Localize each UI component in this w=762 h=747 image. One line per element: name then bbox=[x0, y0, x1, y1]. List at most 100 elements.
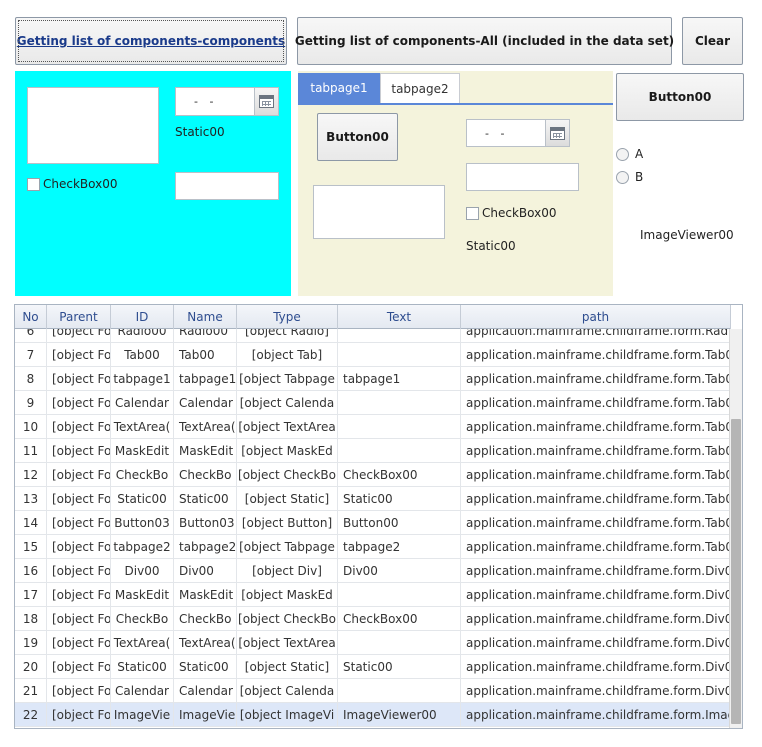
table-cell bbox=[338, 631, 461, 654]
grid-header-parent[interactable]: Parent bbox=[47, 305, 111, 329]
table-cell: [object Static] bbox=[237, 655, 338, 678]
table-cell: Static00 bbox=[111, 487, 174, 510]
table-cell: [object Fo bbox=[47, 583, 111, 606]
table-cell: [object Fo bbox=[47, 343, 111, 366]
table-row[interactable]: 16 [object Fo Div00 Div00 [object Div] Div00 a… bbox=[15, 559, 731, 583]
div00-maskedit[interactable] bbox=[175, 172, 279, 200]
tab-tabpage1-label: tabpage1 bbox=[310, 81, 368, 95]
grid-vertical-scrollbar[interactable] bbox=[729, 329, 742, 728]
div00-calendar[interactable]: - - bbox=[175, 87, 279, 116]
table-cell: Static00 bbox=[338, 487, 461, 510]
table-cell: tabpage2 bbox=[338, 535, 461, 558]
tabpage-textarea[interactable] bbox=[313, 185, 445, 239]
table-row[interactable]: 9 [object Fo Calendar Calendar [object Calen… bbox=[15, 391, 731, 415]
scrollbar-thumb[interactable] bbox=[731, 419, 741, 724]
table-cell: [object CheckBo bbox=[237, 607, 338, 630]
table-row[interactable]: 13 [object Fo Static00 Static00 [object Stat… bbox=[15, 487, 731, 511]
tabpage-checkbox[interactable]: CheckBox00 bbox=[466, 206, 557, 220]
table-row[interactable]: 10 [object Fo TextArea(TextArea([object Te… bbox=[15, 415, 731, 439]
table-row[interactable]: 20 [object Fo Static00 Static00 [object Stat… bbox=[15, 655, 731, 679]
div00-static: Static00 bbox=[175, 125, 225, 139]
table-cell: [object TextArea bbox=[237, 631, 338, 654]
table-cell: TextArea( bbox=[111, 415, 174, 438]
div00-checkbox[interactable]: CheckBox00 bbox=[27, 177, 118, 191]
table-cell: Div00 bbox=[111, 559, 174, 582]
radio-option-b[interactable]: B bbox=[616, 170, 643, 184]
table-row[interactable]: 18 [object Fo CheckBo CheckBo [object CheckB… bbox=[15, 607, 731, 631]
button00[interactable]: Button00 bbox=[616, 73, 744, 121]
table-cell: [object Fo bbox=[47, 391, 111, 414]
table-cell: [object ImageVi bbox=[237, 703, 338, 726]
table-cell: application.mainframe.childframe.form.Im… bbox=[461, 703, 731, 726]
table-cell: [object Fo bbox=[47, 607, 111, 630]
grid-body: 6 [object Fo Radio00 Radio00 [object Radio] a… bbox=[15, 329, 731, 728]
table-row[interactable]: 14 [object Fo Button03 Button03 [object Butt… bbox=[15, 511, 731, 535]
table-cell: [object Fo bbox=[47, 511, 111, 534]
table-cell: 7 bbox=[15, 343, 47, 366]
table-cell: ImageVie bbox=[111, 703, 174, 726]
tabpage-calendar[interactable]: - - bbox=[466, 119, 570, 147]
tab-underline bbox=[298, 103, 613, 105]
calendar-dropdown-button[interactable] bbox=[545, 120, 569, 146]
table-cell: [object Fo bbox=[47, 559, 111, 582]
table-cell: [object Fo bbox=[47, 535, 111, 558]
grid-header-id[interactable]: ID bbox=[111, 305, 174, 329]
table-row[interactable]: 21 [object Fo Calendar Calendar [object Cale… bbox=[15, 679, 731, 703]
table-row[interactable]: 8 [object Fo tabpage1 tabpage1 [object Tabpa… bbox=[15, 367, 731, 391]
grid-header-name[interactable]: Name bbox=[174, 305, 237, 329]
table-row[interactable]: 22 [object Fo ImageVie ImageVie [object Imag… bbox=[15, 703, 731, 727]
radio-option-a[interactable]: A bbox=[616, 147, 643, 161]
radio-circle-icon bbox=[616, 170, 629, 184]
grid-header-no[interactable]: No bbox=[15, 305, 47, 329]
tabpage-button00[interactable]: Button00 bbox=[317, 113, 398, 161]
get-all-components-button[interactable]: Getting list of components-All (included… bbox=[295, 17, 674, 65]
table-row[interactable]: 15 [object Fo tabpage2 tabpage2 [object Tabp… bbox=[15, 535, 731, 559]
table-cell: Calendar bbox=[111, 391, 174, 414]
calendar-dropdown-button[interactable] bbox=[254, 88, 278, 115]
table-cell: 21 bbox=[15, 679, 47, 702]
table-cell: 13 bbox=[15, 487, 47, 510]
table-cell: [object Button] bbox=[237, 511, 338, 534]
table-cell: application.mainframe.childframe.form.Di… bbox=[461, 655, 731, 678]
tab-tabpage2[interactable]: tabpage2 bbox=[380, 73, 460, 103]
grid-header-path[interactable]: path bbox=[461, 305, 731, 329]
table-row[interactable]: 6 [object Fo Radio00 Radio00 [object Radio] a… bbox=[15, 329, 731, 343]
table-cell: Static00 bbox=[338, 655, 461, 678]
table-row[interactable]: 17 [object Fo MaskEdit MaskEdit [object Mask… bbox=[15, 583, 731, 607]
table-cell: [object Calenda bbox=[237, 391, 338, 414]
tabpage-maskedit[interactable] bbox=[466, 163, 579, 191]
tab-tabpage1[interactable]: tabpage1 bbox=[298, 73, 380, 103]
table-row[interactable]: 19 [object Fo TextArea(TextArea([object Te… bbox=[15, 631, 731, 655]
table-cell: [object Fo bbox=[47, 631, 111, 654]
table-cell: CheckBox00 bbox=[338, 607, 461, 630]
tabpage-button00-label: Button00 bbox=[326, 130, 389, 144]
table-row[interactable]: 7 [object Fo Tab00 Tab00 [object Tab] applica… bbox=[15, 343, 731, 367]
table-cell: application.mainframe.childframe.form.Ra… bbox=[461, 329, 731, 342]
get-components-button[interactable]: Getting list of components-components bbox=[15, 17, 287, 65]
div00-textarea[interactable] bbox=[27, 87, 159, 164]
radio-a-label: A bbox=[635, 147, 644, 161]
grid-header-text[interactable]: Text bbox=[338, 305, 461, 329]
calendar-icon bbox=[550, 126, 565, 140]
table-row[interactable]: 12 [object Fo CheckBo CheckBo [object CheckB… bbox=[15, 463, 731, 487]
table-cell: Calendar bbox=[174, 679, 237, 702]
tabpage-static: Static00 bbox=[466, 239, 516, 253]
table-cell: Radio00 bbox=[174, 329, 237, 342]
table-cell bbox=[338, 679, 461, 702]
clear-button[interactable]: Clear bbox=[682, 17, 743, 65]
grid-header-type[interactable]: Type bbox=[237, 305, 338, 329]
table-cell: CheckBo bbox=[174, 463, 237, 486]
table-cell: CheckBo bbox=[111, 607, 174, 630]
radio-b-label: B bbox=[635, 170, 644, 184]
checkbox-square-icon bbox=[27, 177, 40, 191]
table-cell: ImageViewer00 bbox=[338, 703, 461, 726]
table-cell: [object CheckBo bbox=[237, 463, 338, 486]
components-grid[interactable]: No Parent ID Name Type Text path 6 [object Fo Ra… bbox=[14, 304, 743, 729]
table-cell: application.mainframe.childframe.form.Ta… bbox=[461, 391, 731, 414]
tab-tabpage2-label: tabpage2 bbox=[391, 81, 449, 96]
table-row[interactable]: 11 [object Fo MaskEdit MaskEdit [object Mask… bbox=[15, 439, 731, 463]
table-cell: [object Static] bbox=[237, 487, 338, 510]
table-cell: Static00 bbox=[111, 655, 174, 678]
table-cell: Button03 bbox=[174, 511, 237, 534]
table-cell bbox=[338, 343, 461, 366]
